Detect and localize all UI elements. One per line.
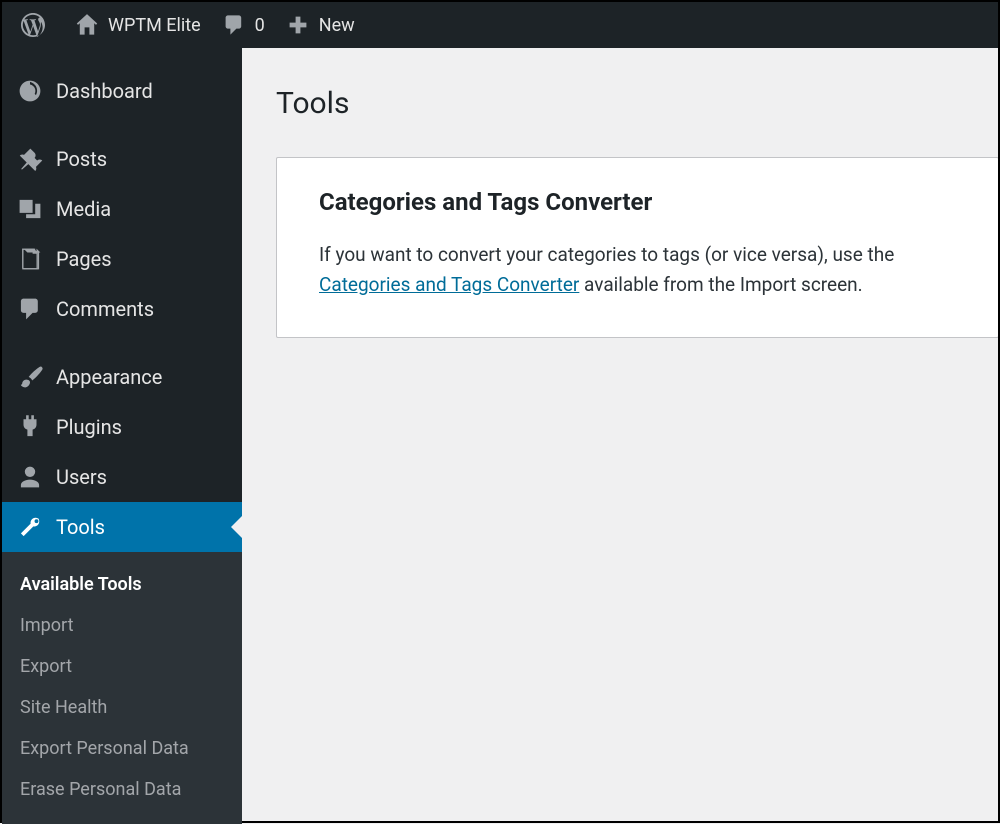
wordpress-logo-menu[interactable] (10, 2, 64, 48)
sidebar-item-label: Appearance (56, 365, 162, 389)
converter-card: Categories and Tags Converter If you wan… (276, 157, 998, 338)
sidebar-item-label: Pages (56, 247, 112, 271)
submenu-item-available-tools[interactable]: Available Tools (2, 564, 242, 605)
wordpress-logo-icon (20, 12, 46, 38)
brush-icon (16, 363, 44, 391)
sidebar-item-pages[interactable]: Pages (2, 234, 242, 284)
sidebar-item-label: Comments (56, 297, 154, 321)
wrench-icon (16, 513, 44, 541)
sidebar-item-plugins[interactable]: Plugins (2, 402, 242, 452)
media-icon (16, 195, 44, 223)
sidebar-item-label: Plugins (56, 415, 122, 439)
sidebar-item-comments[interactable]: Comments (2, 284, 242, 334)
admin-toolbar: WPTM Elite 0 New (2, 2, 998, 48)
sidebar-item-users[interactable]: Users (2, 452, 242, 502)
categories-tags-converter-link[interactable]: Categories and Tags Converter (319, 273, 579, 296)
submenu-item-erase-personal-data[interactable]: Erase Personal Data (2, 769, 242, 810)
plug-icon (16, 413, 44, 441)
card-text-after: available from the Import screen. (579, 273, 862, 296)
comments-icon (221, 12, 247, 38)
admin-sidebar: Dashboard Posts Media Pages Comments App… (2, 48, 242, 821)
user-icon (16, 463, 44, 491)
sidebar-item-posts[interactable]: Posts (2, 134, 242, 184)
sidebar-item-label: Dashboard (56, 79, 153, 103)
home-icon (74, 12, 100, 38)
sidebar-item-dashboard[interactable]: Dashboard (2, 66, 242, 116)
sidebar-item-label: Users (56, 465, 107, 489)
new-content-menu[interactable]: New (275, 2, 365, 48)
submenu-item-site-health[interactable]: Site Health (2, 687, 242, 728)
sidebar-item-media[interactable]: Media (2, 184, 242, 234)
main-content: Tools Categories and Tags Converter If y… (242, 48, 998, 821)
comments-count: 0 (255, 15, 265, 36)
sidebar-item-label: Posts (56, 147, 107, 171)
submenu-item-export[interactable]: Export (2, 646, 242, 687)
card-description: If you want to convert your categories t… (319, 240, 960, 301)
sidebar-item-tools[interactable]: Tools (2, 502, 242, 552)
new-content-label: New (319, 15, 355, 36)
comments-menu-icon (16, 295, 44, 323)
tools-submenu: Available Tools Import Export Site Healt… (2, 552, 242, 824)
sidebar-item-appearance[interactable]: Appearance (2, 352, 242, 402)
submenu-item-export-personal-data[interactable]: Export Personal Data (2, 728, 242, 769)
sidebar-item-label: Media (56, 197, 111, 221)
plus-icon (285, 12, 311, 38)
page-title: Tools (276, 86, 998, 121)
card-heading: Categories and Tags Converter (319, 188, 960, 216)
dashboard-icon (16, 77, 44, 105)
site-name-menu[interactable]: WPTM Elite (64, 2, 211, 48)
comments-menu[interactable]: 0 (211, 2, 275, 48)
pages-icon (16, 245, 44, 273)
sidebar-item-label: Tools (56, 515, 105, 539)
submenu-item-import[interactable]: Import (2, 605, 242, 646)
card-text-before: If you want to convert your categories t… (319, 243, 894, 266)
site-name-label: WPTM Elite (108, 15, 201, 36)
pin-icon (16, 145, 44, 173)
